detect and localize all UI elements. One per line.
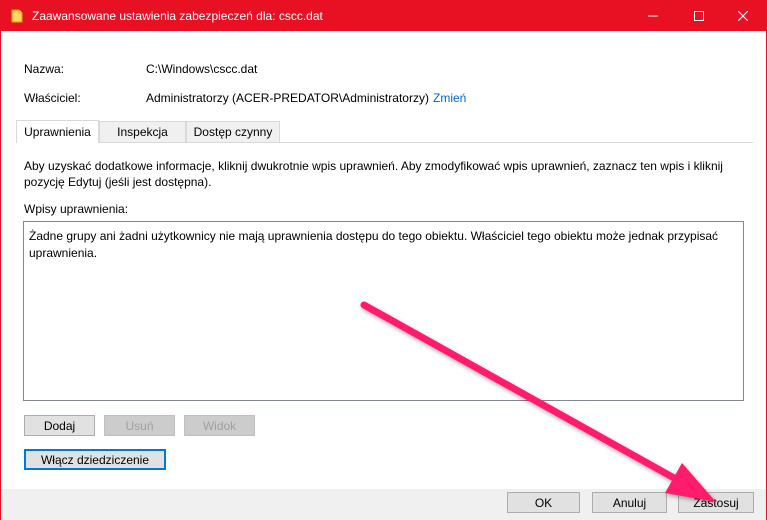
minimize-icon [648, 15, 658, 17]
maximize-icon [694, 11, 704, 21]
cancel-button[interactable]: Anuluj [592, 492, 667, 513]
remove-button[interactable]: Usuń [104, 415, 175, 436]
close-icon [738, 11, 748, 21]
maximize-button[interactable] [676, 1, 722, 31]
name-value: C:\Windows\cscc.dat [146, 62, 258, 76]
enable-inheritance-button[interactable]: Włącz dziedziczenie [24, 449, 166, 470]
name-label: Nazwa: [24, 62, 65, 76]
entries-label: Wpisy uprawnienia: [24, 202, 129, 216]
entries-empty-message: Żadne grupy ani żadni użytkownicy nie ma… [29, 229, 719, 260]
file-icon [11, 9, 23, 23]
tab-auditing[interactable]: Inspekcja [99, 121, 186, 142]
permission-entries-list[interactable]: Żadne grupy ani żadni użytkownicy nie ma… [23, 221, 744, 401]
apply-button[interactable]: Zastosuj [678, 492, 754, 513]
tab-permissions[interactable]: Uprawnienia [16, 120, 99, 143]
close-button[interactable] [720, 1, 766, 31]
title-bar[interactable]: Zaawansowane ustawienia zabezpieczeń dla… [1, 1, 766, 31]
advanced-security-dialog: Zaawansowane ustawienia zabezpieczeń dla… [0, 0, 767, 520]
owner-label: Właściciel: [24, 91, 81, 105]
minimize-button[interactable] [630, 1, 676, 31]
view-button[interactable]: Widok [184, 415, 255, 436]
dialog-content: Nazwa: C:\Windows\cscc.dat Właściciel: A… [1, 31, 766, 489]
change-owner-link[interactable]: Zmień [433, 91, 466, 105]
add-button[interactable]: Dodaj [24, 415, 95, 436]
tab-effective-access[interactable]: Dostęp czynny [186, 121, 280, 142]
owner-value: Administratorzy (ACER-PREDATOR\Administr… [146, 91, 429, 105]
ok-button[interactable]: OK [507, 492, 580, 513]
dialog-footer: OK Anuluj Zastosuj [1, 489, 766, 520]
window-title: Zaawansowane ustawienia zabezpieczeń dla… [32, 9, 323, 23]
permissions-description: Aby uzyskać dodatkowe informacje, klikni… [24, 159, 723, 189]
